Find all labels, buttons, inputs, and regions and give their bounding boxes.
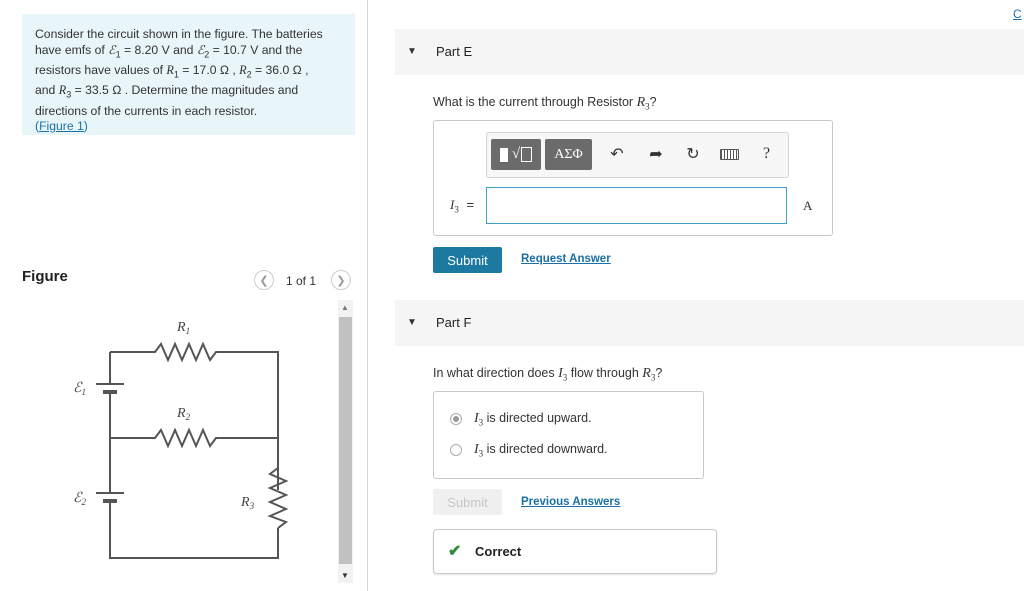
- choices-panel: [433, 391, 704, 479]
- collapse-triangle-icon: ▼: [407, 46, 417, 57]
- emf1-value: = 8.20 V: [120, 42, 170, 57]
- figure-link-line: (Figure 1): [35, 119, 343, 135]
- help-button[interactable]: ?: [763, 145, 770, 163]
- problem-text: resistors have values of: [35, 63, 167, 78]
- question-var: R: [636, 95, 646, 110]
- battery-e1: [96, 383, 124, 394]
- problem-text: and: [35, 83, 59, 98]
- problem-line-5: directions of the currents in each resis…: [35, 103, 258, 118]
- greek-symbols-button[interactable]: ΑΣΦ: [545, 139, 592, 170]
- problem-line-1: Consider the circuit shown in the figure…: [35, 27, 323, 41]
- part-e-label: Part E: [436, 44, 473, 59]
- battery-e2: [96, 492, 124, 510]
- feedback-correct: ✔ Correct: [433, 529, 717, 574]
- panel-divider: [367, 0, 368, 591]
- submit-button-part-e[interactable]: Submit: [433, 247, 502, 273]
- problem-line-4: and R3 = 33.5 Ω . Determine the magnitud…: [35, 83, 343, 103]
- question-text: ?: [655, 366, 663, 380]
- input-variable-label: I3 =: [450, 197, 474, 215]
- templates-button[interactable]: √: [491, 139, 541, 170]
- problem-line-3: resistors have values of R1 = 17.0 Ω , R…: [35, 63, 343, 83]
- part-e-question: What is the current through Resistor R3?: [433, 95, 657, 112]
- checkmark-icon: ✔: [448, 543, 462, 560]
- label-e2: ℰ2: [73, 491, 86, 507]
- part-f-question: In what direction does I3 flow through R…: [433, 366, 662, 383]
- label-r1: R1: [176, 320, 190, 336]
- prev-figure-button[interactable]: ❮: [254, 270, 274, 290]
- previous-answers-link[interactable]: Previous Answers: [521, 496, 620, 508]
- collapse-triangle-icon: ▼: [407, 317, 417, 328]
- template-box-icon: [499, 147, 508, 162]
- figure-title: Figure: [22, 268, 68, 285]
- problem-text: have emfs of: [35, 42, 109, 57]
- wire-bottom: [109, 510, 279, 559]
- r2-symbol: R: [239, 63, 247, 78]
- request-answer-link[interactable]: Request Answer: [521, 253, 611, 265]
- greek-label: ΑΣΦ: [554, 146, 583, 162]
- reset-icon[interactable]: ↻: [682, 144, 704, 164]
- choice-downward-label[interactable]: I3 is directed downward.: [474, 442, 608, 459]
- part-e-header[interactable]: ▼ Part E: [395, 29, 1024, 75]
- problem-line-2: have emfs of ℰ1 = 8.20 V and ℰ2 = 10.7 V…: [35, 43, 343, 63]
- emf2-value: = 10.7 V and the: [209, 42, 303, 57]
- choice-text: is directed upward.: [483, 411, 592, 425]
- label-r2: R2: [176, 406, 191, 422]
- radio-downward[interactable]: [450, 444, 462, 456]
- answer-input[interactable]: [486, 187, 787, 224]
- equals-sign: =: [466, 197, 475, 212]
- templates-label: √: [511, 146, 521, 162]
- radical-box-icon: [521, 147, 533, 162]
- redo-icon[interactable]: ➦: [645, 144, 667, 164]
- feedback-text: Correct: [475, 544, 522, 559]
- figure-page-count: 1 of 1: [286, 274, 317, 288]
- r2-value: = 36.0 Ω ,: [251, 63, 309, 78]
- emf1-symbol: ℰ: [108, 42, 116, 57]
- question-text: In what direction does: [433, 366, 559, 380]
- unit-label: A: [803, 198, 813, 213]
- submit-button-part-f: Submit: [433, 489, 502, 515]
- choice-upward-label[interactable]: I3 is directed upward.: [474, 411, 592, 428]
- problem-statement: Consider the circuit shown in the figure…: [22, 14, 355, 135]
- radio-upward[interactable]: [450, 413, 462, 425]
- r3-value: = 33.5 Ω . Determine the magnitudes and: [71, 83, 299, 98]
- r1-symbol: R: [166, 63, 174, 78]
- question-text: flow through: [567, 366, 643, 380]
- figure-link[interactable]: Figure 1: [39, 119, 84, 133]
- question-text: ?: [649, 95, 657, 109]
- paren: ): [83, 119, 88, 134]
- next-figure-button[interactable]: ❯: [331, 270, 351, 290]
- circuit-diagram: R1 R2 R3 ℰ1 ℰ2: [73, 320, 289, 559]
- choice-text: is directed downward.: [483, 442, 608, 456]
- scroll-up-icon[interactable]: ▲: [341, 303, 349, 312]
- input-sub: 3: [454, 204, 459, 215]
- scroll-down-icon[interactable]: ▼: [341, 571, 349, 580]
- question-text: What is the current through Resistor: [433, 95, 637, 109]
- figure-scroll-thumb[interactable]: [339, 317, 352, 564]
- top-right-link[interactable]: C: [1013, 7, 1022, 21]
- chevron-left-icon: ❮: [259, 274, 269, 287]
- keyboard-icon[interactable]: [720, 149, 739, 160]
- chevron-right-icon: ❯: [336, 274, 346, 287]
- undo-icon[interactable]: ↶: [606, 144, 628, 164]
- r2-resistor: [110, 427, 278, 449]
- question-var: R: [642, 366, 651, 381]
- problem-text: and: [169, 42, 197, 57]
- r1-resistor: [110, 341, 279, 490]
- r1-value: = 17.0 Ω ,: [178, 63, 240, 78]
- part-f-label: Part F: [436, 315, 472, 330]
- part-f-header[interactable]: ▼ Part F: [395, 300, 1024, 346]
- label-r3: R3: [240, 495, 255, 511]
- label-e1: ℰ1: [73, 381, 86, 397]
